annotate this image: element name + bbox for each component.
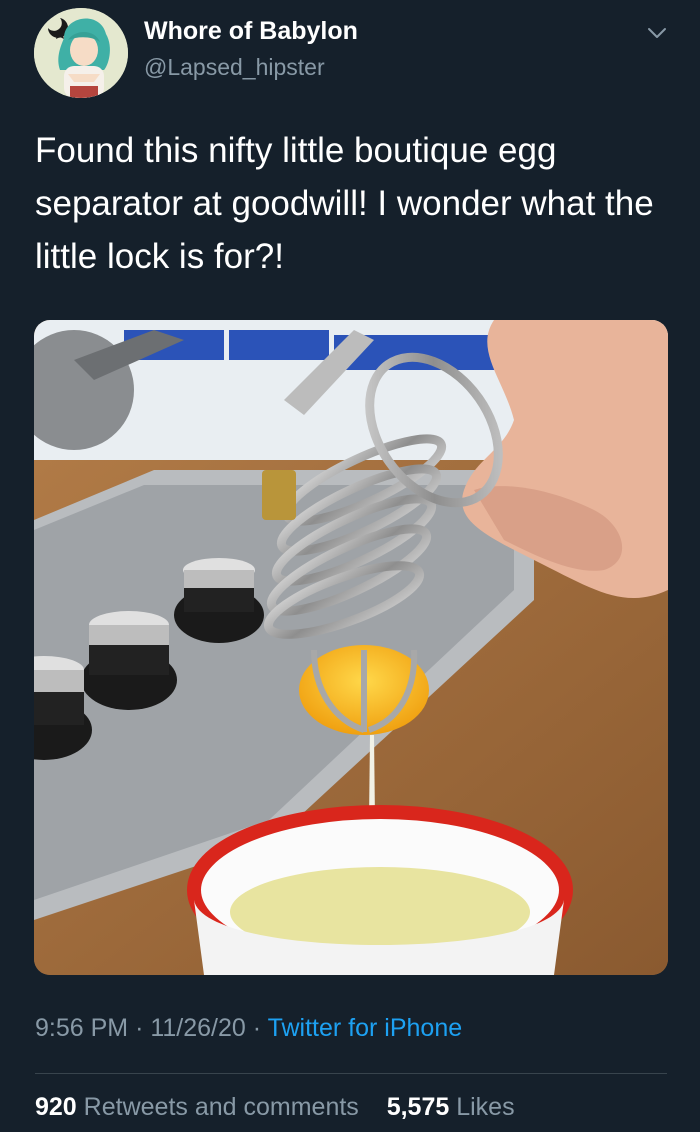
meta-separator: ·	[135, 1014, 144, 1042]
user-handle[interactable]: @Lapsed_hipster	[144, 54, 325, 81]
divider	[35, 1073, 667, 1074]
retweets-stat[interactable]: 920 Retweets and comments	[35, 1093, 366, 1121]
tweet-photo[interactable]	[34, 320, 668, 975]
tweet-date[interactable]: 11/26/20	[150, 1014, 245, 1042]
chevron-down-icon[interactable]	[646, 22, 668, 44]
tweet-text: Found this nifty little boutique egg sep…	[35, 131, 654, 276]
tweet-source-link[interactable]: Twitter for iPhone	[268, 1014, 463, 1042]
likes-count: 5,575	[386, 1093, 450, 1121]
tweet-metadata: 9:56 PM · 11/26/20 · Twitter for iPhone	[35, 1014, 462, 1043]
avatar[interactable]	[34, 8, 128, 98]
retweets-count: 920	[35, 1093, 77, 1121]
meta-separator: ·	[252, 1014, 262, 1042]
retweets-label: Retweets and comments	[83, 1093, 359, 1121]
tweet-header: Whore of Babylon @Lapsed_hipster	[0, 0, 700, 110]
likes-stat[interactable]: 5,575 Likes	[380, 1093, 515, 1121]
tweet-time[interactable]: 9:56 PM	[35, 1014, 128, 1042]
tweet-stats: 920 Retweets and comments 5,575 Likes	[35, 1093, 515, 1122]
display-name[interactable]: Whore of Babylon	[144, 17, 358, 46]
likes-label: Likes	[456, 1093, 515, 1121]
